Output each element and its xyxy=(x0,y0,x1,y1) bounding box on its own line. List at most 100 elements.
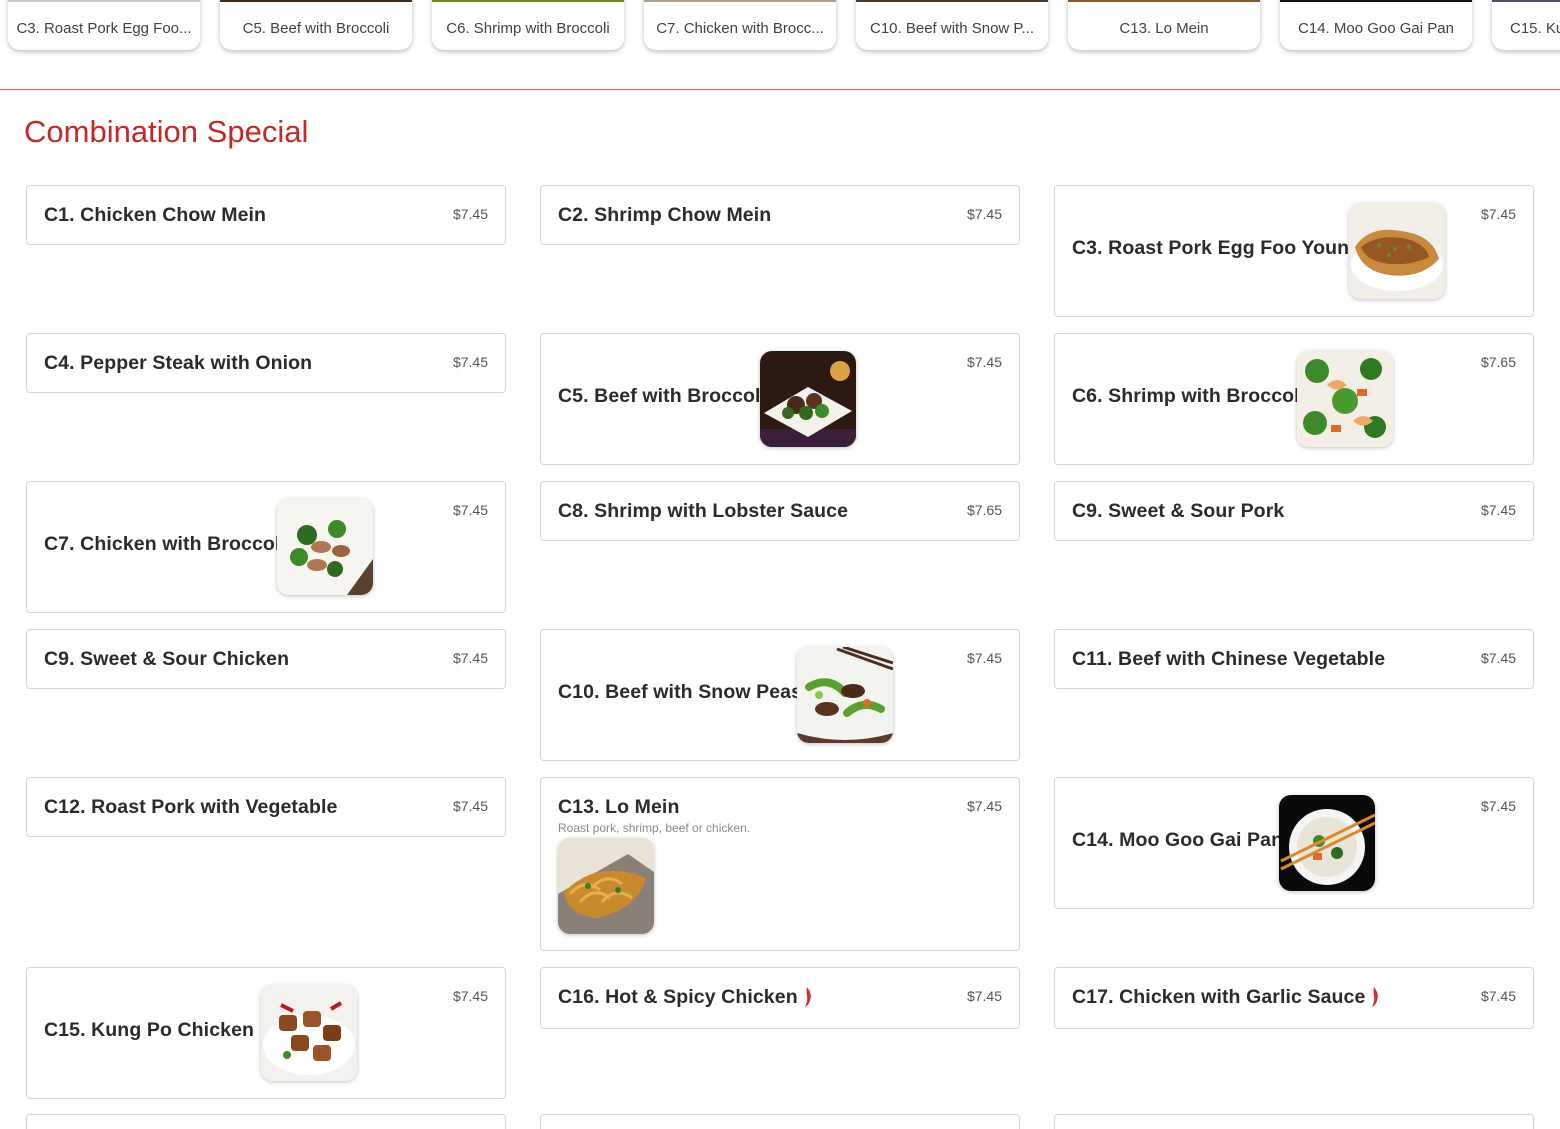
tab-c5[interactable]: C5. Beef with Broccoli xyxy=(220,0,412,50)
menu-item-price: $7.45 xyxy=(1480,650,1516,666)
menu-item-price: $7.45 xyxy=(452,354,488,370)
menu-item-card-c17[interactable]: C17. Chicken with Garlic Sauce $7.45 xyxy=(1054,967,1534,1029)
menu-item-name: C12. Roast Pork with Vegetable xyxy=(44,796,338,818)
tab-label: C14. Moo Goo Gai Pan xyxy=(1298,20,1454,37)
menu-item-name: C6. Shrimp with Broccoli xyxy=(1072,385,1306,407)
section-title: Combination Special xyxy=(24,114,309,149)
menu-item-card-partial[interactable] xyxy=(1054,1114,1534,1129)
tab-image-edge xyxy=(8,0,200,2)
moo-goo-gai-pan-image xyxy=(1279,795,1375,891)
egg-foo-young-photo[interactable] xyxy=(1349,203,1445,299)
beef-broccoli-photo[interactable] xyxy=(760,351,856,447)
menu-item-price: $7.65 xyxy=(1480,354,1516,370)
tab-c3[interactable]: C3. Roast Pork Egg Foo... xyxy=(8,0,200,50)
menu-item-price: $7.65 xyxy=(966,502,1002,518)
beef-broccoli-image xyxy=(760,351,856,447)
menu-item-name-text: C16. Hot & Spicy Chicken xyxy=(558,986,798,1008)
tab-image-edge xyxy=(1068,0,1260,2)
menu-item-card-c8[interactable]: C8. Shrimp with Lobster Sauce $7.65 xyxy=(540,481,1020,541)
menu-item-card-c14[interactable]: C14. Moo Goo Gai Pan $7.45 xyxy=(1054,777,1534,909)
chicken-broccoli-image xyxy=(277,499,373,595)
shrimp-broccoli-photo[interactable] xyxy=(1297,351,1393,447)
menu-item-price: $7.45 xyxy=(452,988,488,1004)
menu-item-price: $7.45 xyxy=(1480,798,1516,814)
tab-label: C6. Shrimp with Broccoli xyxy=(446,20,610,37)
tab-c14[interactable]: C14. Moo Goo Gai Pan xyxy=(1280,0,1472,50)
menu-item-card-c11[interactable]: C11. Beef with Chinese Vegetable $7.45 xyxy=(1054,629,1534,689)
category-tab-strip[interactable]: C3. Roast Pork Egg Foo... C5. Beef with … xyxy=(0,0,1560,90)
menu-item-card-c5[interactable]: C5. Beef with Broccoli $7.45 xyxy=(540,333,1020,465)
kung-po-chicken-photo[interactable] xyxy=(261,985,357,1081)
tab-image-edge xyxy=(1280,0,1472,2)
menu-item-price: $7.45 xyxy=(452,206,488,222)
menu-item-name: C10. Beef with Snow Peas xyxy=(558,681,803,703)
menu-item-card-c10[interactable]: C10. Beef with Snow Peas $7.45 xyxy=(540,629,1020,761)
menu-item-card-partial[interactable] xyxy=(540,1114,1020,1129)
menu-item-price: $7.45 xyxy=(966,650,1002,666)
menu-item-price: $7.45 xyxy=(1480,988,1516,1004)
menu-item-name: C9. Sweet & Sour Chicken xyxy=(44,648,290,670)
tab-image-edge xyxy=(1492,0,1560,2)
menu-item-price: $7.45 xyxy=(966,798,1002,814)
menu-item-name: C5. Beef with Broccoli xyxy=(558,385,767,407)
menu-item-name: C1. Chicken Chow Mein xyxy=(44,204,267,226)
beef-snow-peas-image xyxy=(797,647,893,743)
menu-item-card-c16[interactable]: C16. Hot & Spicy Chicken $7.45 xyxy=(540,967,1020,1029)
menu-item-price: $7.45 xyxy=(966,354,1002,370)
menu-item-card-c12[interactable]: C12. Roast Pork with Vegetable $7.45 xyxy=(26,777,506,837)
menu-item-price: $7.45 xyxy=(1480,502,1516,518)
chili-pepper-icon xyxy=(1372,987,1379,1007)
menu-item-card-c6[interactable]: C6. Shrimp with Broccoli $7.65 xyxy=(1054,333,1534,465)
menu-item-name: C2. Shrimp Chow Mein xyxy=(558,204,772,226)
menu-item-card-c13[interactable]: C13. Lo Mein $7.45 Roast pork, shrimp, b… xyxy=(540,777,1020,951)
menu-item-card-c3[interactable]: C3. Roast Pork Egg Foo Young $7.45 xyxy=(1054,185,1534,317)
chili-pepper-icon xyxy=(804,987,811,1007)
menu-item-price: $7.45 xyxy=(966,988,1002,1004)
menu-item-price: $7.45 xyxy=(966,206,1002,222)
menu-item-card-c9-pork[interactable]: C9. Sweet & Sour Pork $7.45 xyxy=(1054,481,1534,541)
menu-item-name-text: C17. Chicken with Garlic Sauce xyxy=(1072,986,1366,1008)
menu-item-name: C8. Shrimp with Lobster Sauce xyxy=(558,500,849,522)
menu-item-card-c9-chicken[interactable]: C9. Sweet & Sour Chicken $7.45 xyxy=(26,629,506,689)
menu-item-name: C13. Lo Mein xyxy=(558,796,680,818)
menu-item-name: C4. Pepper Steak with Onion xyxy=(44,352,313,374)
menu-item-description: Roast pork, shrimp, beef or chicken. xyxy=(558,821,751,835)
tab-image-edge xyxy=(644,0,836,2)
menu-item-name: C16. Hot & Spicy Chicken xyxy=(558,986,812,1009)
menu-item-card-partial[interactable] xyxy=(26,1114,506,1129)
menu-item-price: $7.45 xyxy=(452,502,488,518)
tab-label: C5. Beef with Broccoli xyxy=(242,20,390,37)
tab-label: C13. Lo Mein xyxy=(1119,20,1209,37)
tab-c15[interactable]: C15. Ku xyxy=(1492,0,1560,50)
tab-c13[interactable]: C13. Lo Mein xyxy=(1068,0,1260,50)
menu-item-name: C14. Moo Goo Gai Pan xyxy=(1072,829,1284,851)
egg-foo-young-image xyxy=(1349,203,1445,299)
menu-item-price: $7.45 xyxy=(452,798,488,814)
menu-item-name: C15. Kung Po Chicken xyxy=(44,1019,268,1042)
beef-snow-peas-photo[interactable] xyxy=(797,647,893,743)
menu-item-name: C3. Roast Pork Egg Foo Young xyxy=(1072,237,1362,259)
shrimp-broccoli-image xyxy=(1297,351,1393,447)
lo-mein-image xyxy=(558,838,654,934)
menu-item-card-c15[interactable]: C15. Kung Po Chicken $7.45 xyxy=(26,967,506,1099)
tab-image-edge xyxy=(220,0,412,2)
tab-label: C10. Beef with Snow P... xyxy=(870,20,1034,37)
menu-item-name: C9. Sweet & Sour Pork xyxy=(1072,500,1285,522)
tab-label: C3. Roast Pork Egg Foo... xyxy=(16,20,192,37)
menu-item-card-c7[interactable]: C7. Chicken with Broccoli $7.45 xyxy=(26,481,506,613)
tab-c10[interactable]: C10. Beef with Snow P... xyxy=(856,0,1048,50)
menu-item-card-c1[interactable]: C1. Chicken Chow Mein $7.45 xyxy=(26,185,506,245)
tab-c6[interactable]: C6. Shrimp with Broccoli xyxy=(432,0,624,50)
moo-goo-gai-pan-photo[interactable] xyxy=(1279,795,1375,891)
menu-item-card-c4[interactable]: C4. Pepper Steak with Onion $7.45 xyxy=(26,333,506,393)
tab-label: C15. Ku xyxy=(1510,20,1560,37)
menu-item-name: C7. Chicken with Broccoli xyxy=(44,533,286,555)
menu-item-price: $7.45 xyxy=(452,650,488,666)
lo-mein-photo[interactable] xyxy=(558,838,654,934)
tab-label: C7. Chicken with Brocc... xyxy=(656,20,824,37)
menu-item-name-text: C15. Kung Po Chicken xyxy=(44,1019,255,1041)
chicken-broccoli-photo[interactable] xyxy=(277,499,373,595)
menu-item-name: C17. Chicken with Garlic Sauce xyxy=(1072,986,1379,1009)
tab-c7[interactable]: C7. Chicken with Brocc... xyxy=(644,0,836,50)
menu-item-card-c2[interactable]: C2. Shrimp Chow Mein $7.45 xyxy=(540,185,1020,245)
